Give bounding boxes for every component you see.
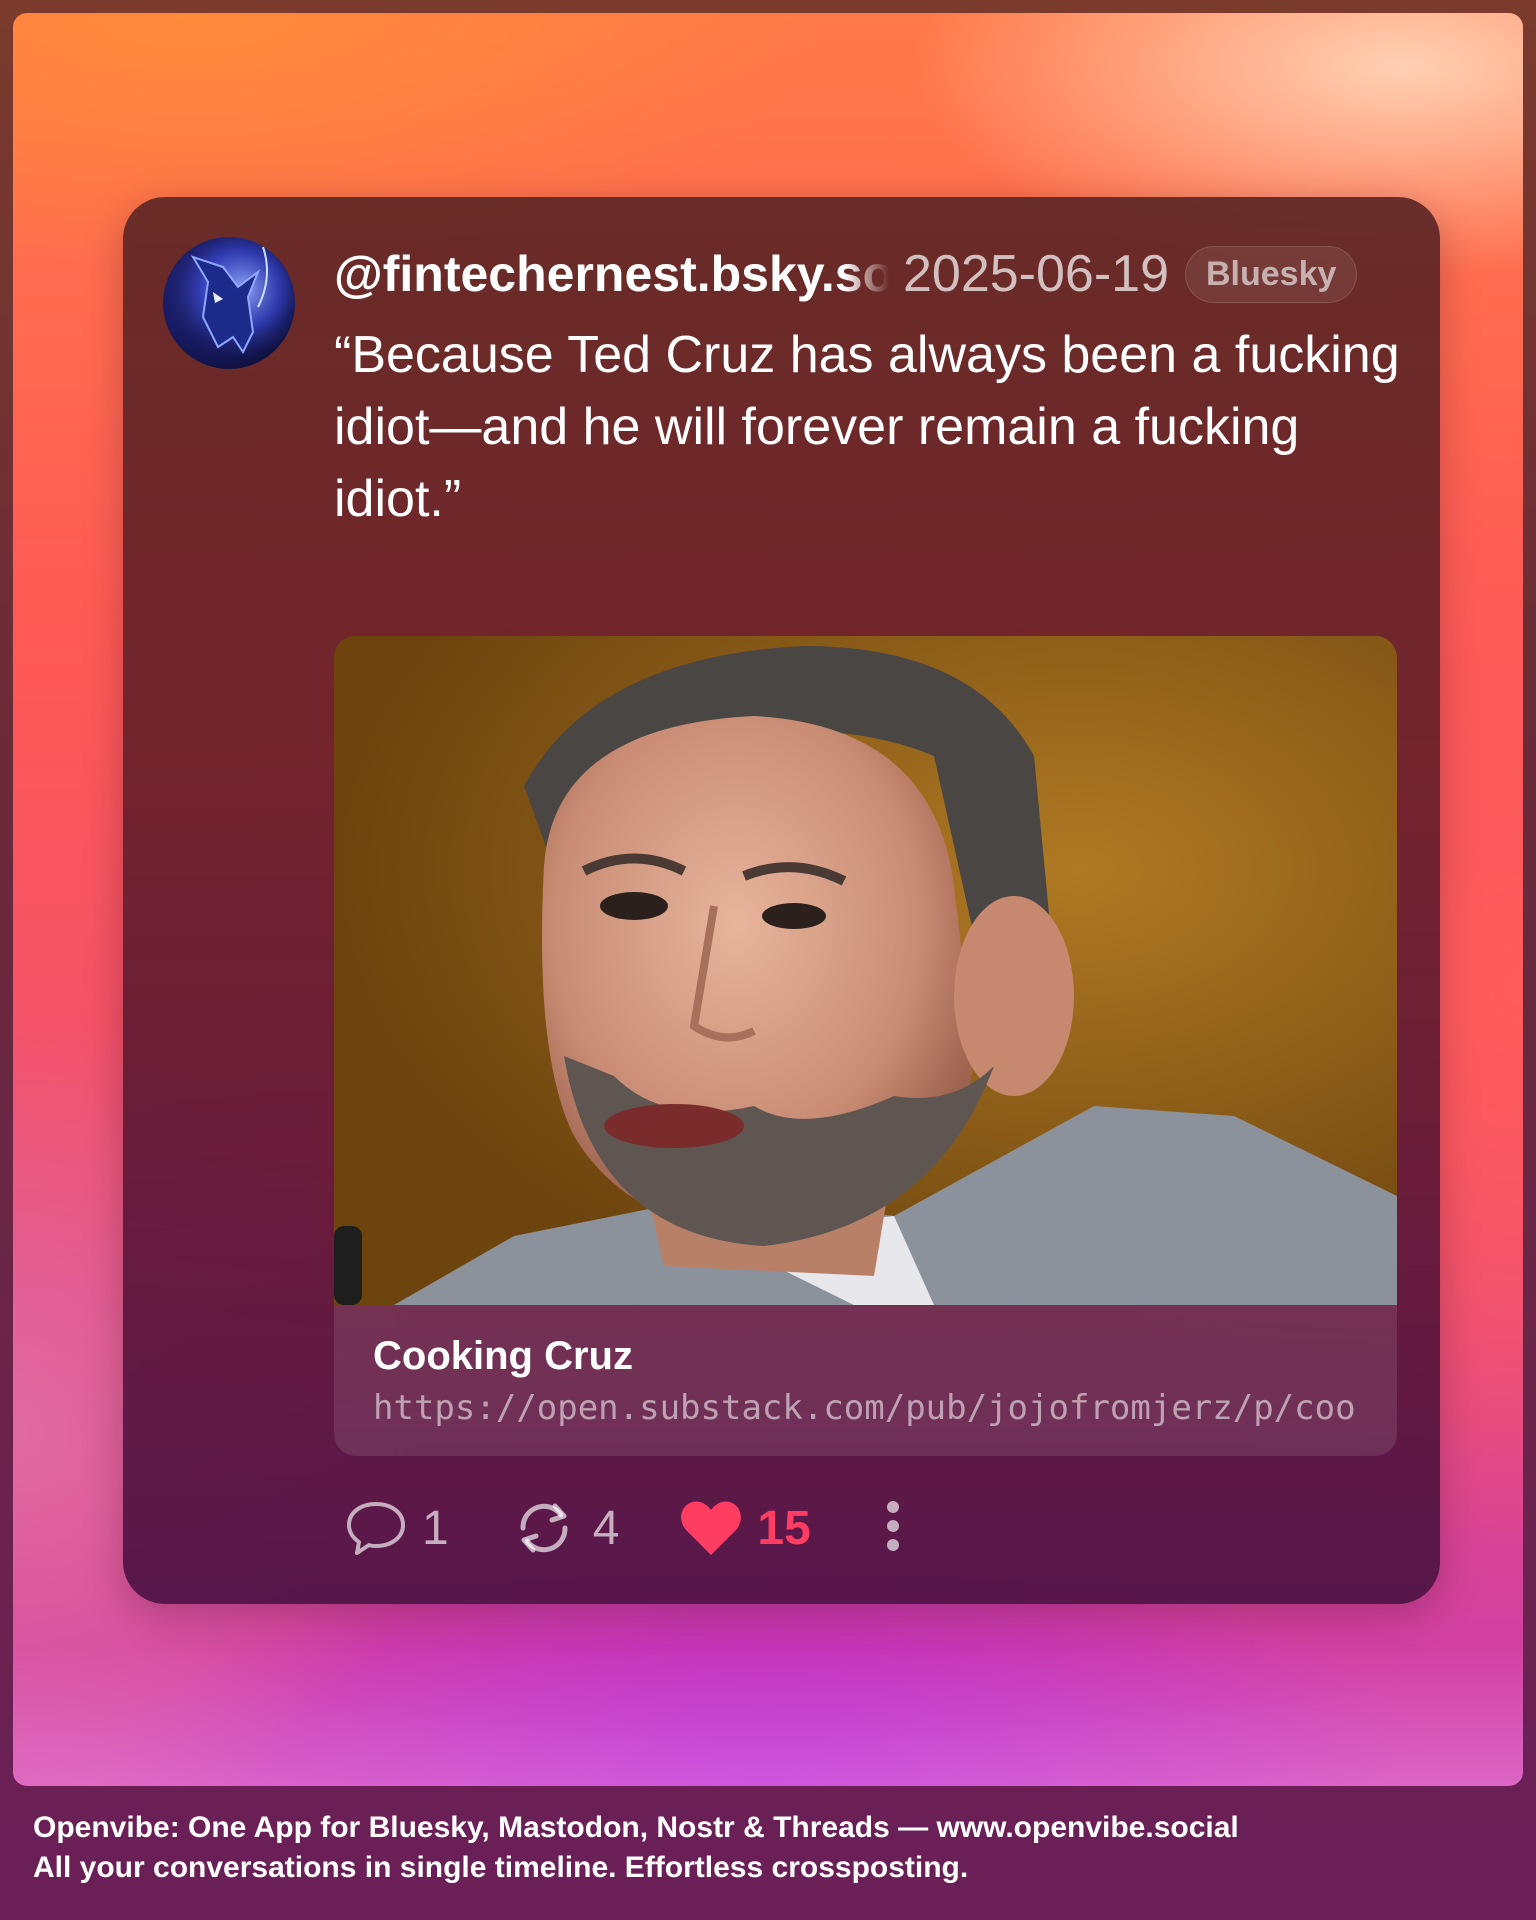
link-title[interactable]: Cooking Cruz [373, 1334, 633, 1379]
reply-button[interactable]: 1 [344, 1498, 449, 1558]
more-options-button[interactable] [883, 1496, 903, 1561]
repost-count: 4 [592, 1501, 620, 1555]
network-badge: Bluesky [1185, 245, 1358, 303]
speech-bubble-icon [347, 1502, 405, 1555]
gradient-frame: @fintechernest.bsky.social 2025-06-19 Bl… [13, 13, 1523, 1786]
post-header: @fintechernest.bsky.social 2025-06-19 Bl… [334, 239, 1404, 309]
like-count: 15 [757, 1501, 811, 1555]
post-card[interactable]: @fintechernest.bsky.social 2025-06-19 Bl… [123, 197, 1440, 1604]
heart-icon [681, 1501, 742, 1555]
post-text: “Because Ted Cruz has always been a fuck… [334, 326, 1400, 528]
author-handle[interactable]: @fintechernest.bsky.social [334, 245, 889, 303]
man-in-gray-suit-photo [334, 636, 1397, 1305]
post-date: 2025-06-19 [903, 245, 1169, 303]
promo-footer: Openvibe: One App for Bluesky, Mastodon,… [33, 1808, 1503, 1888]
link-preview-card[interactable]: Cooking Cruz https://open.substack.com/p… [334, 636, 1397, 1456]
like-button[interactable]: 15 [679, 1499, 811, 1557]
footer-line-2: All your conversations in single timelin… [33, 1851, 969, 1884]
reply-count: 1 [422, 1501, 449, 1555]
link-url[interactable]: https://open.substack.com/pub/jojofromje… [373, 1388, 1363, 1428]
wolf-avatar-icon [163, 237, 295, 369]
vertical-dots-icon [886, 1500, 899, 1551]
repost-arrows-icon [520, 1503, 568, 1553]
link-preview-image[interactable] [334, 636, 1397, 1305]
action-bar: 1 4 15 [344, 1493, 903, 1563]
footer-line-1: Openvibe: One App for Bluesky, Mastodon,… [33, 1811, 1239, 1844]
user-avatar[interactable] [163, 237, 295, 369]
repost-button[interactable]: 4 [509, 1498, 620, 1558]
